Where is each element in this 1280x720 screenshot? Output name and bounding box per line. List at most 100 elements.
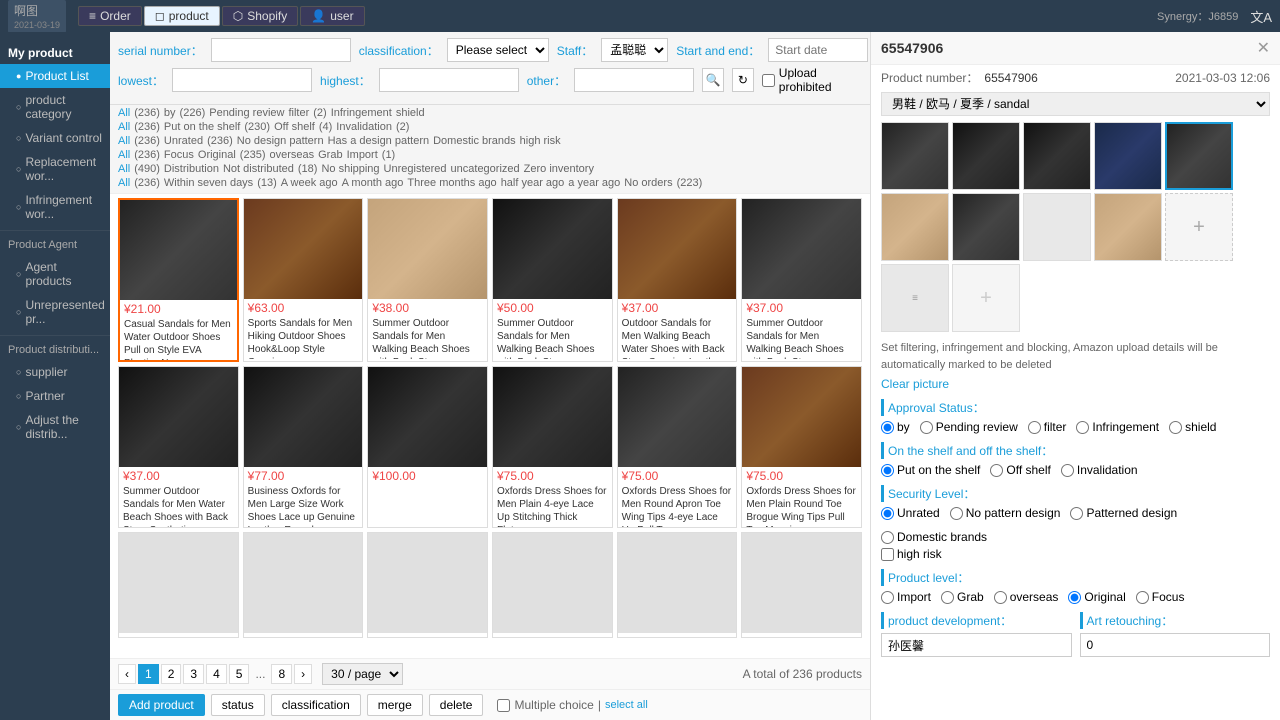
- tag-all-1[interactable]: All: [118, 107, 130, 119]
- panel-image-add[interactable]: +: [1165, 193, 1233, 261]
- page-3-button[interactable]: 3: [183, 664, 204, 684]
- security-no-pattern[interactable]: No pattern design: [950, 506, 1061, 520]
- sidebar-item-infringement[interactable]: Infringement wor...: [0, 188, 110, 226]
- product-card[interactable]: ¥63.00 Sports Sandals for Men Hiking Out…: [243, 198, 364, 362]
- page-1-button[interactable]: 1: [138, 664, 159, 684]
- level-original[interactable]: Original: [1068, 590, 1125, 604]
- nav-order[interactable]: ≡ Order: [78, 6, 142, 26]
- sidebar-item-replacement[interactable]: Replacement wor...: [0, 150, 110, 188]
- approval-by[interactable]: by: [881, 420, 910, 434]
- lowest-input[interactable]: [172, 68, 312, 92]
- product-card[interactable]: ¥50.00 Summer Outdoor Sandals for Men Wa…: [492, 198, 613, 362]
- product-card[interactable]: ¥77.00 Business Oxfords for Men Large Si…: [243, 366, 364, 528]
- sidebar-item-supplier[interactable]: supplier: [0, 360, 110, 384]
- approval-pending[interactable]: Pending review: [920, 420, 1018, 434]
- next-page-button[interactable]: ›: [294, 664, 312, 684]
- product-card[interactable]: [492, 532, 613, 638]
- prev-page-button[interactable]: ‹: [118, 664, 136, 684]
- tag-grab[interactable]: Grab: [318, 149, 342, 161]
- search-button[interactable]: 🔍: [702, 68, 724, 92]
- shelf-put-on[interactable]: Put on the shelf: [881, 463, 980, 477]
- product-card[interactable]: ¥75.00 Oxfords Dress Shoes for Men Round…: [617, 366, 738, 528]
- delete-button[interactable]: delete: [429, 694, 484, 716]
- tag-focus[interactable]: Focus: [164, 149, 194, 161]
- tag-no-shipping[interactable]: No shipping: [321, 163, 379, 175]
- tag-original[interactable]: Original: [198, 149, 236, 161]
- page-8-button[interactable]: 8: [271, 664, 292, 684]
- classification-select[interactable]: Please select: [447, 38, 549, 62]
- panel-image-placeholder[interactable]: +: [952, 264, 1020, 332]
- tag-no-orders[interactable]: No orders: [624, 177, 672, 189]
- product-card[interactable]: ¥21.00 Casual Sandals for Men Water Outd…: [118, 198, 239, 362]
- tag-year-ago[interactable]: a year ago: [568, 177, 620, 189]
- tag-unrated[interactable]: Unrated: [164, 135, 203, 147]
- product-card[interactable]: ¥37.00 Summer Outdoor Sandals for Men Wa…: [741, 198, 862, 362]
- tag-put-on-shelf[interactable]: Put on the shelf: [164, 121, 240, 133]
- tag-three-months[interactable]: Three months ago: [407, 177, 496, 189]
- panel-image-1[interactable]: [881, 122, 949, 190]
- product-card[interactable]: [243, 532, 364, 638]
- page-4-button[interactable]: 4: [206, 664, 227, 684]
- product-card[interactable]: [118, 532, 239, 638]
- tag-half-year[interactable]: half year ago: [501, 177, 565, 189]
- panel-image-9[interactable]: [1094, 193, 1162, 261]
- tag-seven-days[interactable]: Within seven days: [164, 177, 253, 189]
- approval-infringement[interactable]: Infringement: [1076, 420, 1159, 434]
- tag-filter[interactable]: filter: [288, 107, 309, 119]
- tag-pending-review[interactable]: Pending review: [209, 107, 284, 119]
- tag-all-4[interactable]: All: [118, 149, 130, 161]
- tag-overseas[interactable]: overseas: [269, 149, 314, 161]
- page-2-button[interactable]: 2: [161, 664, 182, 684]
- level-overseas[interactable]: overseas: [994, 590, 1059, 604]
- add-product-button[interactable]: Add product: [118, 694, 205, 716]
- tag-uncategorized[interactable]: uncategorized: [451, 163, 520, 175]
- tag-all-3[interactable]: All: [118, 135, 130, 147]
- tag-not-distributed[interactable]: Not distributed: [223, 163, 294, 175]
- sidebar-item-product-category[interactable]: product category: [0, 88, 110, 126]
- security-unrated[interactable]: Unrated: [881, 506, 940, 520]
- tag-unregistered[interactable]: Unregistered: [384, 163, 447, 175]
- sidebar-item-variant-control[interactable]: Variant control: [0, 126, 110, 150]
- language-switch[interactable]: 文A: [1250, 7, 1272, 26]
- level-focus[interactable]: Focus: [1136, 590, 1185, 604]
- product-dev-input[interactable]: [881, 633, 1072, 657]
- tag-week-ago[interactable]: A week ago: [281, 177, 338, 189]
- nav-user[interactable]: 👤 user: [300, 6, 364, 26]
- start-date-input[interactable]: [768, 38, 868, 62]
- tag-no-design[interactable]: No design pattern: [237, 135, 324, 147]
- tag-shield[interactable]: shield: [396, 107, 425, 119]
- approval-shield[interactable]: shield: [1169, 420, 1216, 434]
- upload-prohibited-checkbox[interactable]: [762, 74, 775, 87]
- panel-image-4[interactable]: [1094, 122, 1162, 190]
- panel-image-8[interactable]: [1023, 193, 1091, 261]
- serial-input[interactable]: [211, 38, 351, 62]
- panel-image-6[interactable]: [881, 193, 949, 261]
- sidebar-item-unrepresented[interactable]: Unrepresented pr...: [0, 293, 110, 331]
- select-all-link[interactable]: select all: [605, 699, 648, 711]
- security-patterned[interactable]: Patterned design: [1070, 506, 1177, 520]
- classification-button[interactable]: classification: [271, 694, 361, 716]
- tag-by[interactable]: by: [164, 107, 176, 119]
- panel-image-table[interactable]: ≡: [881, 264, 949, 332]
- nav-product[interactable]: ◻ product: [144, 6, 220, 26]
- product-card[interactable]: [367, 532, 488, 638]
- highest-input[interactable]: [379, 68, 519, 92]
- staff-select[interactable]: 孟聪聪: [601, 38, 668, 62]
- sidebar-item-partner[interactable]: Partner: [0, 384, 110, 408]
- refresh-button[interactable]: ↻: [732, 68, 754, 92]
- high-risk-checkbox[interactable]: high risk: [881, 547, 1270, 561]
- clear-picture-link[interactable]: Clear picture: [871, 377, 1280, 395]
- tag-distribution[interactable]: Distribution: [164, 163, 219, 175]
- tag-import[interactable]: Import: [347, 149, 378, 161]
- sidebar-item-agent-products[interactable]: Agent products: [0, 255, 110, 293]
- tag-month-ago[interactable]: A month ago: [342, 177, 404, 189]
- multiple-choice-checkbox[interactable]: [497, 699, 510, 712]
- panel-image-2[interactable]: [952, 122, 1020, 190]
- product-card[interactable]: [617, 532, 738, 638]
- level-import[interactable]: Import: [881, 590, 931, 604]
- tag-off-shelf[interactable]: Off shelf: [274, 121, 315, 133]
- approval-filter[interactable]: filter: [1028, 420, 1067, 434]
- level-grab[interactable]: Grab: [941, 590, 984, 604]
- nav-shopify[interactable]: ⬡ Shopify: [222, 6, 299, 26]
- shelf-off[interactable]: Off shelf: [990, 463, 1050, 477]
